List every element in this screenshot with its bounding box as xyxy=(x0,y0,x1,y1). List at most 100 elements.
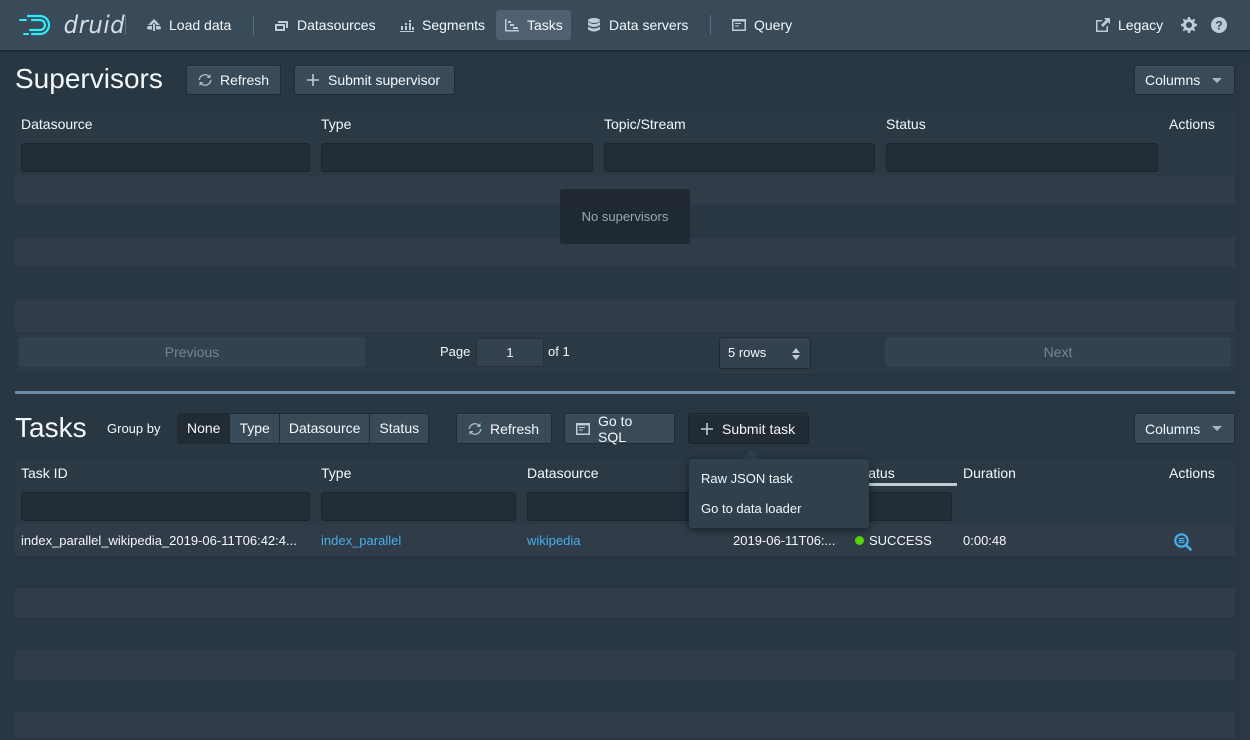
column-header-type[interactable]: Type xyxy=(315,111,351,138)
tasks-columns-label: Columns xyxy=(1145,420,1201,437)
top-navbar: druid Load data Datasources Segments Tas… xyxy=(0,0,1250,50)
group-by-status[interactable]: Status xyxy=(370,414,429,443)
column-header-topic-stream[interactable]: Topic/Stream xyxy=(598,111,686,138)
supervisors-table-header: Datasource Type Topic/Stream Status Acti… xyxy=(15,111,1235,138)
empty-row xyxy=(15,588,1235,619)
column-header-type[interactable]: Type xyxy=(315,460,351,487)
empty-row xyxy=(15,681,1235,712)
supervisors-pagination: Previous Page 1 of 1 5 rows Next xyxy=(15,333,1235,375)
nav-tasks[interactable]: Tasks xyxy=(496,10,571,40)
submit-task-button[interactable]: Submit task xyxy=(688,413,809,444)
rows-per-page-select[interactable]: 5 rows xyxy=(719,337,811,369)
caret-down-icon xyxy=(1212,77,1223,83)
task-actions-button[interactable] xyxy=(1168,532,1192,551)
nav-datasources-label: Datasources xyxy=(297,17,376,33)
column-header-task-id[interactable]: Task ID xyxy=(15,460,68,487)
nav-data-servers[interactable]: Data servers xyxy=(578,10,696,40)
cloud-upload-icon xyxy=(146,17,162,33)
scrollbar-track[interactable] xyxy=(1243,62,1250,740)
group-by-datasource[interactable]: Datasource xyxy=(279,414,371,443)
refresh-icon xyxy=(467,421,483,437)
status-cell: SUCCESS xyxy=(849,526,932,556)
rows-per-page-value: 5 rows xyxy=(728,345,767,360)
druid-logo[interactable]: druid xyxy=(18,11,127,39)
plus-icon xyxy=(699,421,715,437)
menu-item-raw-json-task[interactable]: Raw JSON task xyxy=(694,464,864,494)
nav-query[interactable]: Query xyxy=(723,10,800,40)
nav-segments[interactable]: Segments xyxy=(391,10,493,40)
supervisors-refresh-label: Refresh xyxy=(220,72,270,88)
empty-row xyxy=(15,650,1235,681)
help-button[interactable]: ? xyxy=(1203,10,1235,40)
nav-load-data-label: Load data xyxy=(169,17,232,33)
filter-task-id-input[interactable] xyxy=(21,492,310,521)
filter-status-input[interactable] xyxy=(855,492,952,521)
group-by-type[interactable]: Type xyxy=(230,414,280,443)
empty-row xyxy=(15,619,1235,650)
svg-text:?: ? xyxy=(1215,18,1222,32)
druid-logo-icon xyxy=(19,14,51,36)
go-to-sql-button[interactable]: Go to SQL xyxy=(564,412,675,445)
filter-type-input[interactable] xyxy=(321,143,593,172)
nav-divider xyxy=(253,15,254,35)
tasks-title: Tasks xyxy=(15,412,87,443)
supervisors-columns-button[interactable]: Columns xyxy=(1134,65,1235,95)
supervisors-refresh-button[interactable]: Refresh xyxy=(186,65,281,95)
tasks-filter-row xyxy=(15,487,1235,524)
filter-type-input[interactable] xyxy=(321,492,516,521)
tasks-columns-button[interactable]: Columns xyxy=(1134,413,1235,444)
plus-icon xyxy=(305,72,321,88)
nav-data-servers-label: Data servers xyxy=(609,17,689,33)
previous-page-button[interactable]: Previous xyxy=(19,337,365,367)
application-icon xyxy=(731,17,747,33)
empty-row xyxy=(15,557,1235,588)
help-icon: ? xyxy=(1211,17,1227,33)
legacy-label: Legacy xyxy=(1118,17,1164,33)
tasks-refresh-button[interactable]: Refresh xyxy=(456,413,552,444)
status-indicator-dot xyxy=(855,536,864,546)
empty-row xyxy=(15,299,1235,333)
empty-row xyxy=(15,268,1235,299)
page-number-input[interactable]: 1 xyxy=(476,338,544,367)
supervisors-columns-label: Columns xyxy=(1145,72,1201,88)
column-header-actions: Actions xyxy=(1169,116,1215,132)
filter-status-input[interactable] xyxy=(886,143,1158,172)
column-header-datasource[interactable]: Datasource xyxy=(15,111,93,138)
task-datasource-link[interactable]: wikipedia xyxy=(521,526,580,556)
nav-query-label: Query xyxy=(754,17,793,33)
no-supervisors-message: No supervisors xyxy=(560,189,690,244)
share-icon xyxy=(1095,17,1111,33)
duration-cell: 0:00:48 xyxy=(963,533,1007,548)
empty-row xyxy=(15,712,1235,740)
menu-item-go-to-data-loader[interactable]: Go to data loader xyxy=(694,494,864,524)
tasks-table: Task ID Type Datasource Created time Sta… xyxy=(15,460,1235,740)
multi-select-icon xyxy=(274,17,290,33)
column-header-datasource[interactable]: Datasource xyxy=(521,460,599,487)
table-row[interactable]: index_parallel_wikipedia_2019-06-11T06:4… xyxy=(15,526,1235,557)
settings-button[interactable] xyxy=(1173,10,1205,40)
submit-supervisor-button[interactable]: Submit supervisor xyxy=(294,65,455,95)
legacy-link[interactable]: Legacy xyxy=(1087,10,1171,40)
page-of-label: of 1 xyxy=(548,344,570,359)
group-by-none[interactable]: None xyxy=(178,414,231,443)
column-header-actions: Actions xyxy=(1169,465,1215,481)
go-to-sql-label: Go to SQL xyxy=(598,412,633,445)
group-by-selector: None Type Datasource Status xyxy=(177,413,430,444)
supervisors-filter-row xyxy=(15,138,1235,175)
stacked-chart-icon xyxy=(399,17,415,33)
page-label: Page xyxy=(440,344,471,359)
filter-datasource-input[interactable] xyxy=(21,143,310,172)
submit-task-label: Submit task xyxy=(722,420,796,437)
nav-datasources[interactable]: Datasources xyxy=(266,10,384,40)
next-page-button[interactable]: Next xyxy=(885,337,1231,367)
tasks-refresh-label: Refresh xyxy=(490,420,540,437)
cog-icon xyxy=(1181,17,1197,33)
nav-load-data[interactable]: Load data xyxy=(138,10,239,40)
task-type-link[interactable]: index_parallel xyxy=(315,526,401,556)
column-header-duration[interactable]: Duration xyxy=(957,460,1016,487)
section-splitter[interactable] xyxy=(15,391,1235,394)
refresh-icon xyxy=(197,72,213,88)
database-icon xyxy=(586,17,602,33)
column-header-status[interactable]: Status xyxy=(880,111,926,138)
filter-topic-stream-input[interactable] xyxy=(604,143,875,172)
